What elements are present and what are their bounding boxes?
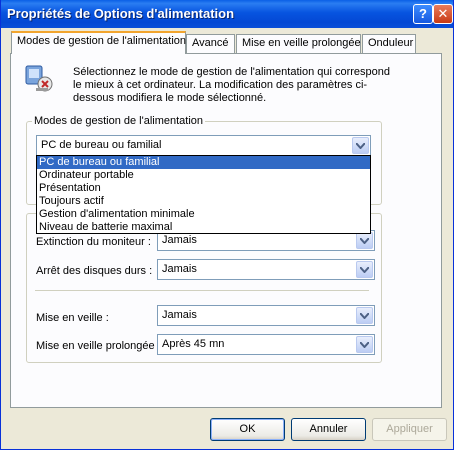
ok-button[interactable]: OK — [210, 418, 285, 441]
close-icon: ✕ — [437, 6, 449, 21]
help-icon: ? — [419, 6, 427, 21]
disks-off-label: Arrêt des disques durs : — [36, 265, 153, 277]
schemes-group-label: Modes de gestion de l'alimentation — [32, 115, 206, 127]
tab-label: Onduleur — [368, 37, 414, 49]
description-text: Sélectionnez le mode de gestion de l'ali… — [73, 66, 391, 104]
power-options-icon — [22, 62, 56, 94]
divider — [35, 290, 369, 291]
monitor-off-label: Extinction du moniteur : — [36, 236, 151, 248]
monitor-off-value: Jamais — [162, 234, 197, 246]
chevron-down-icon[interactable] — [356, 336, 373, 353]
hibernate-label: Mise en veille prolongée : — [36, 340, 161, 352]
standby-select[interactable]: Jamais — [157, 305, 375, 326]
tab-ups[interactable]: Onduleur — [362, 34, 416, 53]
tab-power-schemes[interactable]: Modes de gestion de l'alimentation — [11, 31, 186, 54]
standby-value: Jamais — [162, 309, 197, 321]
power-scheme-value: PC de bureau ou familial — [41, 139, 162, 151]
title-bar[interactable]: Propriétés de Options d'alimentation ? ✕ — [1, 0, 453, 28]
dropdown-option[interactable]: Niveau de batterie maximal — [37, 221, 370, 234]
tab-advanced[interactable]: Avancé — [186, 34, 235, 53]
tab-label: Avancé — [192, 37, 229, 49]
standby-label: Mise en veille : — [36, 312, 109, 324]
chevron-down-icon[interactable] — [352, 137, 369, 154]
window-title: Propriétés de Options d'alimentation — [7, 6, 235, 21]
power-scheme-select[interactable]: PC de bureau ou familial — [36, 135, 371, 156]
chevron-down-icon[interactable] — [356, 261, 373, 278]
power-scheme-dropdown-list[interactable]: PC de bureau ou familial Ordinateur port… — [36, 155, 371, 234]
disks-off-value: Jamais — [162, 263, 197, 275]
apply-button[interactable]: Appliquer — [372, 418, 447, 441]
dropdown-option[interactable]: Gestion d'alimentation minimale — [37, 208, 370, 221]
dropdown-option[interactable]: Présentation — [37, 182, 370, 195]
tab-hibernate[interactable]: Mise en veille prolongée — [236, 34, 361, 53]
dialog-window: Propriétés de Options d'alimentation ? ✕… — [0, 0, 454, 450]
dropdown-option[interactable]: Toujours actif — [37, 195, 370, 208]
tab-label: Modes de gestion de l'alimentation — [17, 35, 187, 47]
disks-off-select[interactable]: Jamais — [157, 259, 375, 280]
help-button[interactable]: ? — [413, 4, 433, 24]
dropdown-option[interactable]: Ordinateur portable — [37, 169, 370, 182]
tab-label: Mise en veille prolongée — [242, 37, 361, 49]
hibernate-select[interactable]: Après 45 mn — [157, 334, 375, 355]
dropdown-option[interactable]: PC de bureau ou familial — [37, 156, 370, 169]
chevron-down-icon[interactable] — [356, 232, 373, 249]
cancel-button[interactable]: Annuler — [291, 418, 366, 441]
chevron-down-icon[interactable] — [356, 307, 373, 324]
close-button[interactable]: ✕ — [433, 4, 453, 24]
hibernate-value: Après 45 mn — [162, 338, 225, 350]
